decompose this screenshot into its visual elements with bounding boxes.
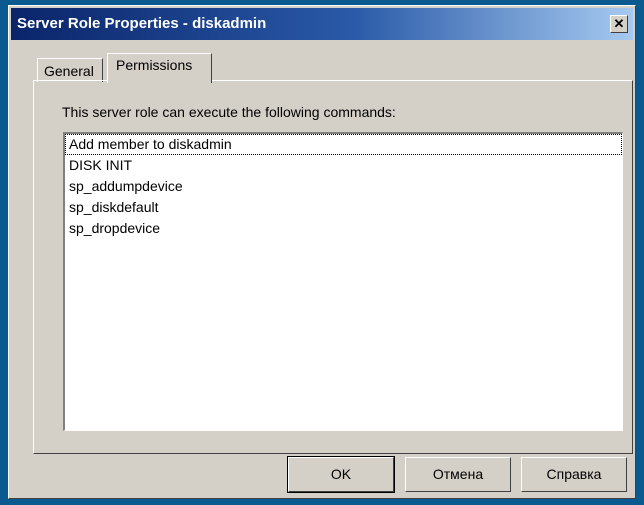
- permissions-panel: This server role can execute the followi…: [33, 80, 633, 454]
- tab-general-label: General: [44, 63, 94, 79]
- help-button[interactable]: Справка: [521, 457, 627, 492]
- tab-general[interactable]: General: [37, 58, 103, 82]
- ok-button[interactable]: OK: [287, 456, 395, 493]
- close-icon[interactable]: ✕: [610, 15, 628, 33]
- tab-strip: General Permissions: [33, 53, 333, 83]
- tab-permissions-label: Permissions: [116, 57, 193, 73]
- list-item[interactable]: sp_dropdevice: [65, 218, 622, 239]
- list-item[interactable]: DISK INIT: [65, 155, 622, 176]
- list-item[interactable]: Add member to diskadmin: [65, 134, 622, 155]
- title-bar[interactable]: Server Role Properties - diskadmin ✕: [11, 8, 633, 40]
- commands-description-label: This server role can execute the followi…: [62, 104, 396, 120]
- list-item[interactable]: sp_diskdefault: [65, 197, 622, 218]
- server-role-properties-dialog: Server Role Properties - diskadmin ✕ Gen…: [8, 5, 636, 499]
- commands-listbox[interactable]: Add member to diskadmin DISK INIT sp_add…: [63, 132, 623, 431]
- list-item[interactable]: sp_addumpdevice: [65, 176, 622, 197]
- cancel-button[interactable]: Отмена: [405, 457, 511, 492]
- tab-permissions[interactable]: Permissions: [107, 53, 212, 83]
- window-title: Server Role Properties - diskadmin: [17, 15, 267, 32]
